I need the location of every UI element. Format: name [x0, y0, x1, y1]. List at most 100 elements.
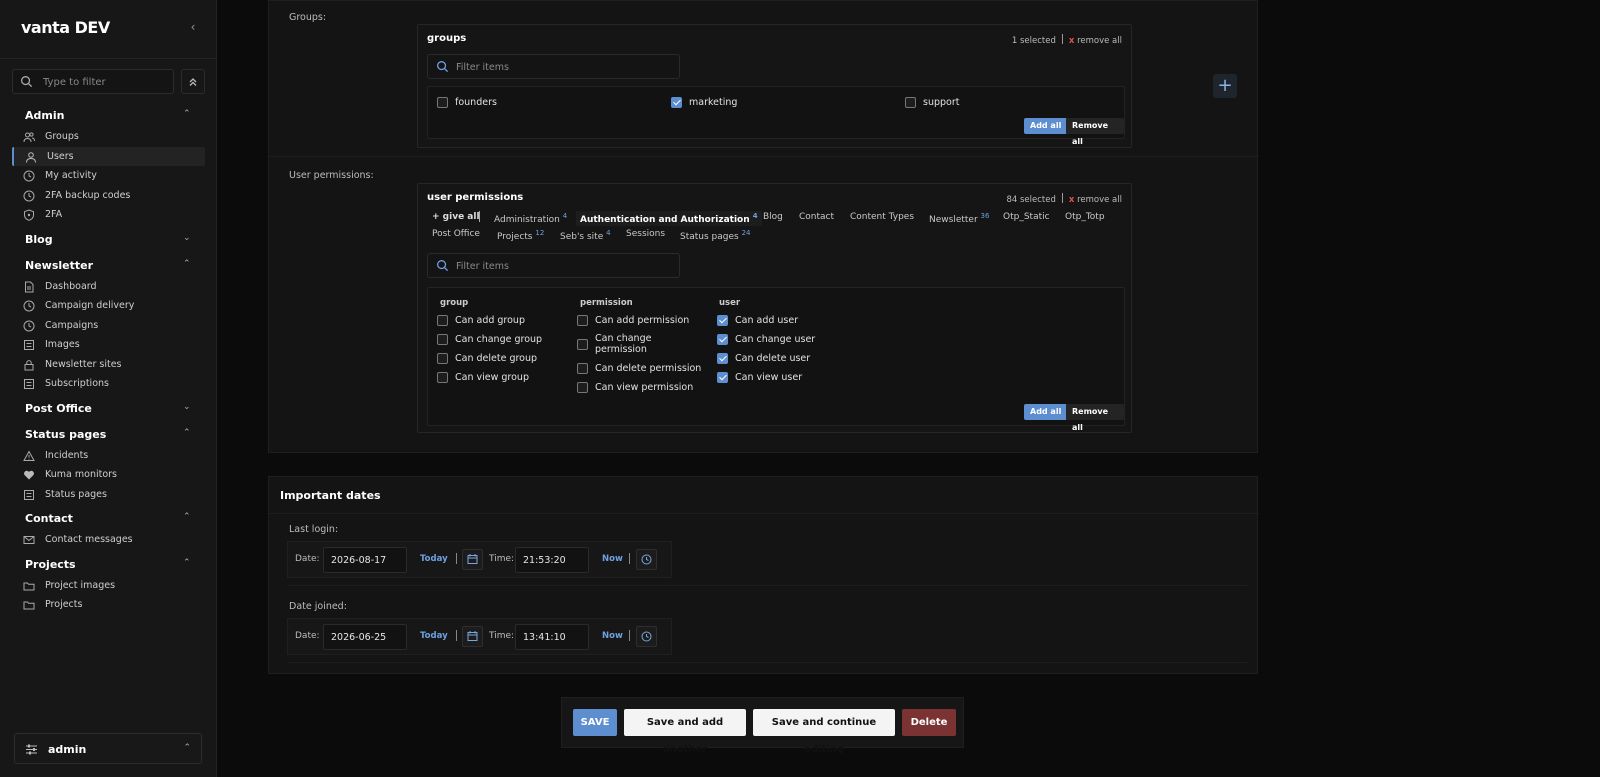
sidebar-section-status-pages[interactable]: Status pages ⌃ [12, 424, 205, 446]
tab-sebs-site[interactable]: Seb's site 4 [560, 229, 611, 242]
permissions-add-all-button[interactable]: Add all [1024, 404, 1068, 420]
tab-contact[interactable]: Contact [799, 212, 834, 222]
tab-sessions[interactable]: Sessions [626, 229, 665, 239]
can-add-group-checkbox[interactable] [437, 315, 448, 326]
collapse-all-button[interactable] [181, 69, 205, 94]
founders-checkbox[interactable] [437, 97, 448, 108]
user-menu[interactable]: admin ⌃ [14, 733, 202, 764]
sidebar-section-blog[interactable]: Blog ⌄ [12, 229, 205, 251]
can-add-permission-checkbox[interactable] [577, 315, 588, 326]
tab-otp-static[interactable]: Otp_Static [1003, 212, 1050, 222]
can-delete-user-option[interactable]: Can delete user [735, 353, 810, 364]
sidebar-item-2fa[interactable]: 2FA [12, 205, 205, 225]
can-change-group-option[interactable]: Can change group [455, 334, 542, 345]
sidebar-item-my-activity[interactable]: My activity [12, 166, 205, 186]
delete-button[interactable]: Delete [902, 709, 956, 736]
sidebar-item-campaigns[interactable]: Campaigns [12, 316, 205, 336]
sidebar-item-projects[interactable]: Projects [12, 595, 205, 615]
remove-all-link[interactable]: remove all [1077, 36, 1122, 46]
give-all-link[interactable]: + give all [432, 212, 480, 222]
can-change-user-option[interactable]: Can change user [735, 334, 815, 345]
can-view-user-checkbox[interactable] [717, 372, 728, 383]
collapse-sidebar-icon[interactable]: ‹ [186, 20, 200, 34]
sidebar-item-contact-messages[interactable]: Contact messages [12, 530, 205, 550]
can-view-group-checkbox[interactable] [437, 372, 448, 383]
save-and-continue-editing-button[interactable]: Save and continue editing [753, 709, 895, 755]
sidebar-item-project-images[interactable]: Project images [12, 576, 205, 596]
can-change-group-checkbox[interactable] [437, 334, 448, 345]
date-joined-date-input[interactable] [323, 624, 407, 650]
permissions-remove-all-button[interactable]: Remove all [1066, 404, 1124, 432]
can-view-group-option[interactable]: Can view group [455, 372, 529, 383]
save-button[interactable]: SAVE [573, 709, 617, 736]
brand-logo[interactable]: vanta DEV [21, 18, 110, 37]
groups-filter-input[interactable] [456, 60, 666, 74]
sidebar-item-subscriptions[interactable]: Subscriptions [12, 374, 205, 394]
can-view-permission-checkbox[interactable] [577, 382, 588, 393]
sidebar-item-kuma-monitors[interactable]: Kuma monitors [12, 465, 205, 485]
can-change-permission-option[interactable]: Can change permission [595, 333, 651, 355]
can-delete-permission-option[interactable]: Can delete permission [595, 363, 701, 374]
sidebar-item-dashboard[interactable]: Dashboard [12, 277, 205, 297]
marketing-option[interactable]: marketing [689, 97, 737, 108]
sidebar-section-newsletter[interactable]: Newsletter ⌃ [12, 255, 205, 277]
remove-all-link[interactable]: remove all [1077, 195, 1122, 205]
last-login-now-link[interactable]: Now [602, 554, 623, 564]
remove-all-x-icon[interactable]: x [1069, 36, 1074, 46]
groups-add-all-button[interactable]: Add all [1024, 118, 1068, 134]
permissions-filter-input[interactable] [456, 259, 666, 273]
sidebar-filter-input[interactable] [43, 74, 169, 90]
sidebar-item-status-pages[interactable]: Status pages [12, 485, 205, 505]
founders-option[interactable]: founders [455, 97, 497, 108]
tab-otp-totp[interactable]: Otp_Totp [1065, 212, 1105, 222]
add-group-button[interactable]: + [1213, 74, 1237, 98]
groups-remove-all-button[interactable]: Remove all [1066, 118, 1124, 146]
can-delete-user-checkbox[interactable] [717, 353, 728, 364]
date-joined-today-link[interactable]: Today [420, 631, 448, 641]
sidebar-item-campaign-delivery[interactable]: Campaign delivery [12, 296, 205, 316]
sidebar-item-users[interactable]: Users [12, 146, 205, 166]
last-login-clock-button[interactable] [636, 549, 657, 570]
sidebar-item-groups[interactable]: Groups [12, 127, 205, 147]
can-change-permission-checkbox[interactable] [577, 339, 588, 350]
can-change-user-checkbox[interactable] [717, 334, 728, 345]
tab-status-pages[interactable]: Status pages 24 [680, 229, 751, 242]
tab-authentication-and-authorization[interactable]: Authentication and Authorization 4 [576, 211, 762, 226]
marketing-checkbox[interactable] [671, 97, 682, 108]
can-add-group-option[interactable]: Can add group [455, 315, 525, 326]
support-checkbox[interactable] [905, 97, 916, 108]
date-joined-now-link[interactable]: Now [602, 631, 623, 641]
date-joined-calendar-button[interactable] [462, 626, 483, 647]
tab-newsletter[interactable]: Newsletter 36 [929, 212, 989, 225]
can-add-user-option[interactable]: Can add user [735, 315, 798, 326]
tab-administration[interactable]: Administration 4 [494, 212, 567, 225]
last-login-today-link[interactable]: Today [420, 554, 448, 564]
date-joined-clock-button[interactable] [636, 626, 657, 647]
sidebar-item-images[interactable]: Images [12, 335, 205, 355]
can-delete-group-option[interactable]: Can delete group [455, 353, 537, 364]
date-joined-time-input[interactable] [515, 624, 589, 650]
sidebar-section-projects[interactable]: Projects ⌃ [12, 554, 205, 576]
tab-content-types[interactable]: Content Types [850, 212, 914, 222]
save-and-add-another-button[interactable]: Save and add another [624, 709, 746, 755]
sidebar-item-2fa-backup-codes[interactable]: 2FA backup codes [12, 186, 205, 206]
sidebar-item-newsletter-sites[interactable]: Newsletter sites [12, 355, 205, 375]
support-option[interactable]: support [923, 97, 959, 108]
tab-projects[interactable]: Projects 12 [497, 229, 544, 242]
last-login-time-input[interactable] [515, 547, 589, 573]
sidebar-section-contact[interactable]: Contact ⌃ [12, 508, 205, 530]
sidebar-section-admin[interactable]: Admin ⌃ [12, 105, 205, 127]
sidebar-section-post-office[interactable]: Post Office ⌄ [12, 398, 205, 420]
can-view-user-option[interactable]: Can view user [735, 372, 802, 383]
last-login-date-input[interactable] [323, 547, 407, 573]
tab-post-office[interactable]: Post Office [432, 229, 480, 239]
can-view-permission-option[interactable]: Can view permission [595, 382, 693, 393]
sidebar-item-incidents[interactable]: Incidents [12, 446, 205, 466]
can-delete-group-checkbox[interactable] [437, 353, 448, 364]
can-add-user-checkbox[interactable] [717, 315, 728, 326]
can-add-permission-option[interactable]: Can add permission [595, 315, 689, 326]
can-delete-permission-checkbox[interactable] [577, 363, 588, 374]
tab-blog[interactable]: Blog [763, 212, 783, 222]
last-login-calendar-button[interactable] [462, 549, 483, 570]
remove-all-x-icon[interactable]: x [1069, 195, 1074, 205]
